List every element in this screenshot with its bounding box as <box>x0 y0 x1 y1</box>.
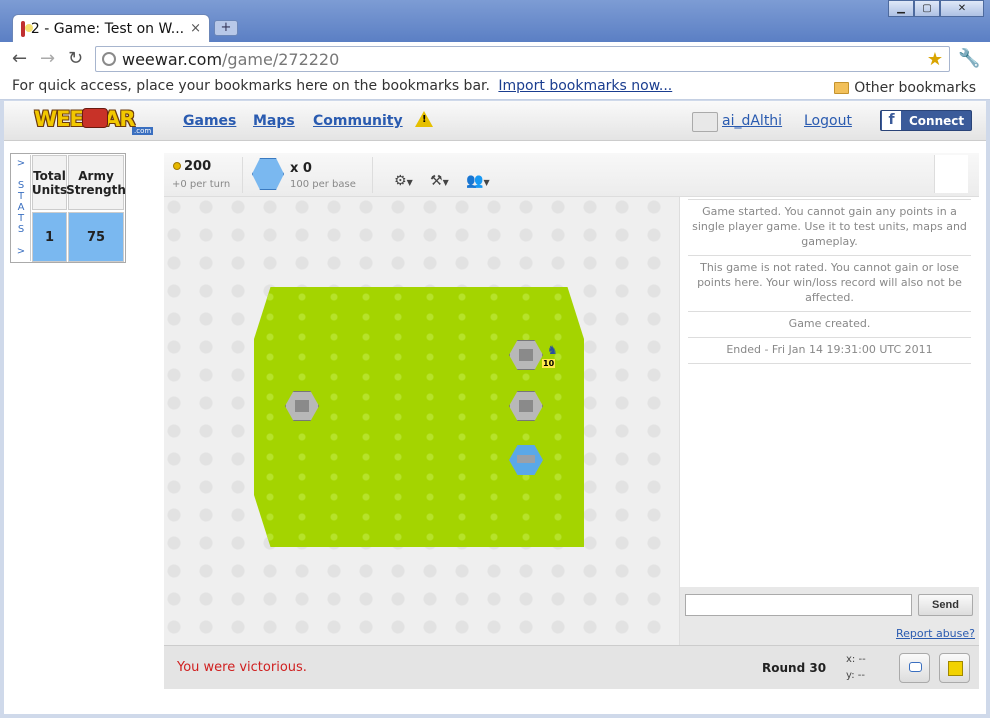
minimize-button[interactable]: ▁ <box>888 0 914 17</box>
unit-strength-badge: 10 <box>542 359 556 368</box>
page-content: WEEWAR .com Games Maps Community ! ai_dA… <box>4 101 986 714</box>
trooper-unit-icon[interactable]: ♞ <box>547 343 558 357</box>
weewar-logo[interactable]: WEEWAR .com <box>32 105 162 137</box>
stats-total-units-value: 1 <box>32 212 67 262</box>
stats-header-army-strength: Army Strength <box>66 155 126 210</box>
coord-x: x: -- <box>846 654 866 665</box>
players-icon[interactable]: 👥▼ <box>466 173 490 189</box>
stats-toggle-tab[interactable]: > S T A T S > <box>12 155 31 261</box>
chat-toggle-button[interactable] <box>899 653 930 683</box>
other-bookmarks-button[interactable]: Other bookmarks <box>834 78 976 98</box>
bookmarks-hint: For quick access, place your bookmarks h… <box>12 78 490 94</box>
weewar-favicon-icon <box>21 20 33 37</box>
maximize-button[interactable]: ▢ <box>914 0 940 17</box>
window-controls: ▁ ▢ ✕ <box>888 0 984 17</box>
round-counter: Round 30 <box>762 661 827 675</box>
username-link[interactable]: ai_dAlthi <box>722 113 782 129</box>
nav-community[interactable]: Community <box>313 113 403 129</box>
back-arrow-icon[interactable]: ← <box>12 50 27 68</box>
bookmark-star-icon[interactable]: ★ <box>927 49 943 70</box>
wrench-icon[interactable]: 🔧 <box>958 48 980 69</box>
facebook-connect-button[interactable]: f Connect <box>880 110 972 131</box>
url-host: weewar.com <box>122 49 223 69</box>
coin-icon <box>173 162 181 170</box>
fb-connect-label: Connect <box>909 113 965 128</box>
fullscreen-button[interactable] <box>939 653 970 683</box>
import-bookmarks-link[interactable]: Import bookmarks now... <box>498 78 672 94</box>
divider <box>242 157 243 193</box>
victory-message: You were victorious. <box>177 660 307 675</box>
site-header: WEEWAR .com Games Maps Community ! ai_dA… <box>4 101 986 141</box>
coord-y: y: -- <box>846 670 865 681</box>
reload-icon[interactable]: ↻ <box>68 50 83 68</box>
facebook-icon: f <box>882 111 901 130</box>
window-titlebar: 2 - Game: Test on W... × + ▁ ▢ ✕ <box>0 0 990 42</box>
tab-title: 2 - Game: Test on W... <box>30 20 185 37</box>
log-entry: Ended - Fri Jan 14 19:31:00 UTC 2011 <box>688 338 971 364</box>
close-window-button[interactable]: ✕ <box>940 0 984 17</box>
game-resource-bar: 200 +0 per turn x 0 100 per base ⚙▼ ⚒▼ 👥… <box>164 153 979 197</box>
send-button[interactable]: Send <box>918 594 973 616</box>
settings-gear-icon[interactable]: ⚙▼ <box>394 173 413 189</box>
new-tab-button[interactable]: + <box>214 20 238 36</box>
stats-panel: > S T A T S > Total Units Army Strength 1 75 <box>10 153 126 263</box>
income-per-base: 100 per base <box>290 179 356 190</box>
tools-icon[interactable]: ⚒▼ <box>430 173 449 189</box>
player-profile-icon[interactable] <box>934 155 968 193</box>
tab-close-icon[interactable]: × <box>190 21 201 36</box>
log-entry: Game created. <box>688 312 971 338</box>
address-bar[interactable]: weewar.com/game/272220 ★ <box>95 46 950 72</box>
base-icon <box>252 158 284 190</box>
folder-icon <box>834 82 850 94</box>
game-log: Game started. You cannot gain any points… <box>679 197 979 587</box>
log-entry: Game started. You cannot gain any points… <box>688 199 971 256</box>
divider <box>372 157 373 193</box>
stats-header-total-units: Total Units <box>32 155 67 210</box>
nav-games[interactable]: Games <box>183 113 236 129</box>
bookmarks-bar: For quick access, place your bookmarks h… <box>0 76 990 100</box>
log-entry: This game is not rated. You cannot gain … <box>688 256 971 312</box>
browser-tab[interactable]: 2 - Game: Test on W... × <box>12 14 210 42</box>
forward-arrow-icon[interactable]: → <box>40 50 55 68</box>
warning-icon[interactable]: ! <box>415 111 433 127</box>
report-abuse-link[interactable]: Report abuse? <box>896 627 975 640</box>
game-map[interactable]: ♞ 10 <box>164 197 679 645</box>
credits-value: 200 <box>184 159 212 174</box>
avatar[interactable] <box>692 112 718 132</box>
base-count: x 0 <box>290 161 312 176</box>
chat-bar: Send Report abuse? <box>679 587 979 645</box>
expand-icon <box>948 661 963 676</box>
nav-maps[interactable]: Maps <box>253 113 295 129</box>
stats-army-strength-value: 75 <box>68 212 124 262</box>
other-bookmarks-label: Other bookmarks <box>854 80 976 96</box>
url-path: /game/272220 <box>222 49 340 69</box>
globe-icon <box>102 52 116 66</box>
credits-per-turn: +0 per turn <box>172 179 231 190</box>
logo-domain: .com <box>132 127 154 135</box>
tank-icon <box>82 108 108 128</box>
chat-input[interactable] <box>685 594 912 616</box>
speech-bubble-icon <box>909 662 922 672</box>
logout-link[interactable]: Logout <box>804 113 852 129</box>
game-status-bar: You were victorious. Round 30 x: -- y: -… <box>164 645 979 689</box>
